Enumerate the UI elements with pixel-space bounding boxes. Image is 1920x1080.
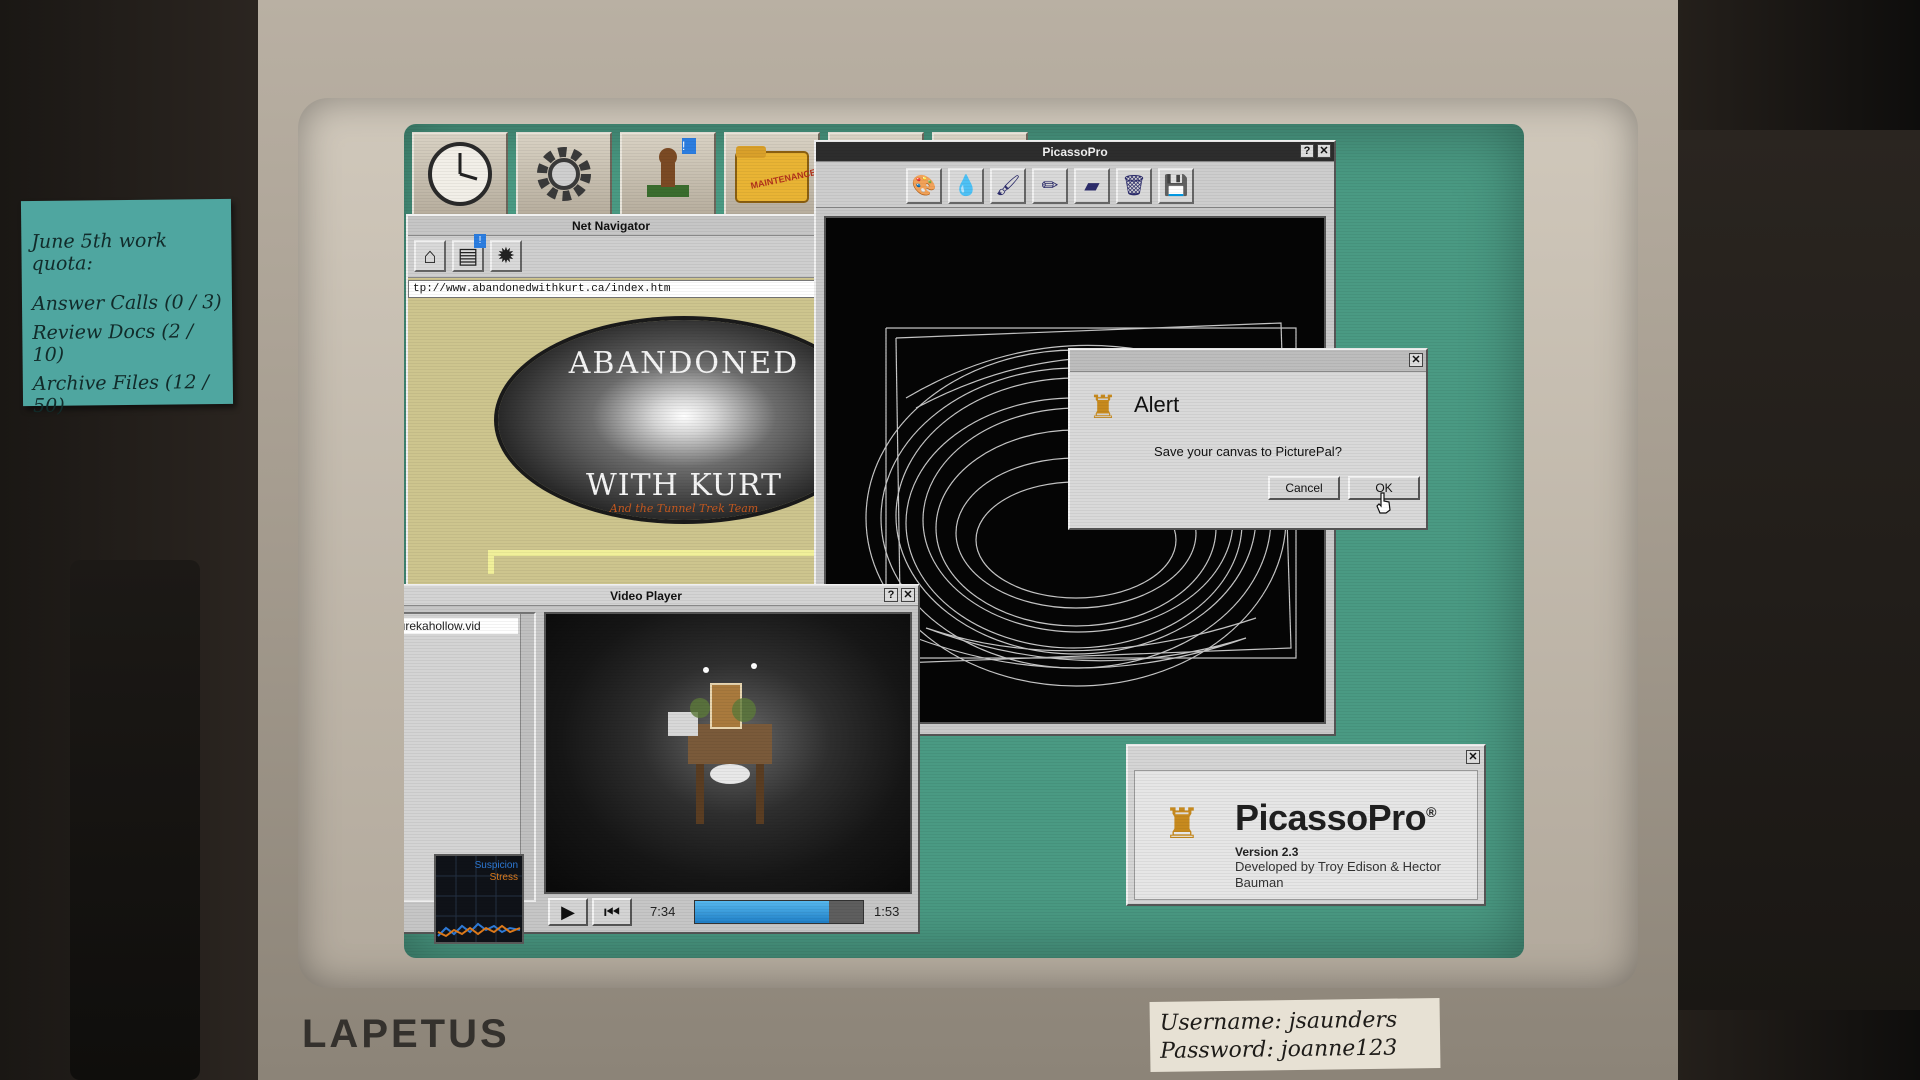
password-line: Password: joanne123: [1160, 1035, 1398, 1064]
username-line: Username: jsaunders: [1159, 1007, 1398, 1036]
eraser-icon[interactable]: ▰: [1074, 168, 1110, 204]
alert-close-button[interactable]: ✕: [1409, 353, 1423, 367]
video-progress-bar[interactable]: [694, 900, 864, 924]
play-button[interactable]: ▶: [548, 898, 588, 926]
progress-fill: [695, 901, 830, 923]
stress-label: Stress: [489, 872, 518, 883]
gear-icon[interactable]: [516, 132, 612, 216]
suspicion-stress-monitor: Suspicion Stress: [434, 854, 524, 944]
alert-body: ♜ Alert Save your canvas to PicturePal? …: [1070, 372, 1426, 528]
video-screen[interactable]: [544, 612, 912, 894]
settings-icon[interactable]: ✹: [490, 240, 522, 272]
hand-cursor-icon: [1376, 492, 1391, 514]
stamp-icon[interactable]: !: [620, 132, 716, 216]
about-app-title: PicassoPro: [1235, 797, 1427, 838]
palette-icon[interactable]: 🎨: [906, 168, 942, 204]
brush-icon[interactable]: 🖌: [990, 168, 1026, 204]
help-button[interactable]: ?: [1300, 144, 1314, 158]
about-close-button[interactable]: ✕: [1466, 750, 1480, 764]
notification-badge: !: [682, 138, 696, 154]
about-body: ♜ PicassoPro® Version 2.3 Developed by T…: [1134, 770, 1478, 900]
crt-screen: ! MAINTENANCE Net Navigator ⌂ ▤ ! ✹ tp:/…: [404, 124, 1524, 958]
pencil-icon[interactable]: ✏: [1032, 168, 1068, 204]
quota-item: Archive Files (12 / 50): [32, 371, 210, 417]
close-button[interactable]: ✕: [1317, 144, 1331, 158]
net-navigator-titlebar[interactable]: Net Navigator: [408, 216, 814, 236]
help-button[interactable]: ?: [884, 588, 898, 602]
quota-item: Review Docs (2 / 10): [32, 320, 194, 366]
alert-message: Save your canvas to PicturePal?: [1154, 444, 1342, 459]
cancel-button[interactable]: Cancel: [1268, 476, 1340, 500]
easel-icon: ♜: [1163, 800, 1201, 847]
video-controls: ▶ ⏮ 7:34 1:53: [544, 898, 914, 930]
picassopro-title: PicassoPro: [1042, 145, 1108, 159]
url-bar[interactable]: tp://www.abandonedwithkurt.ca/index.htm: [408, 280, 816, 298]
suspicion-label: Suspicion: [474, 860, 518, 871]
ink-drop-icon[interactable]: 💧: [948, 168, 984, 204]
maintenance-folder-icon[interactable]: MAINTENANCE: [724, 132, 820, 216]
quota-item: Answer Calls (0 / 3): [31, 291, 222, 315]
trademark: ®: [1426, 804, 1436, 820]
about-app-name: PicassoPro®: [1235, 797, 1436, 839]
rewind-button[interactable]: ⏮: [592, 898, 632, 926]
clock-icon[interactable]: [412, 132, 508, 216]
clipboard: [70, 560, 200, 1080]
about-version: Version 2.3: [1235, 845, 1299, 859]
shelf: [1670, 130, 1920, 1010]
time-remaining: 1:53: [874, 904, 900, 919]
about-window: ✕ ♜ PicassoPro® Version 2.3 Developed by…: [1126, 744, 1486, 906]
picassopro-titlebar[interactable]: PicassoPro ? ✕: [816, 142, 1334, 162]
quota-sticky-note: June 5th work quota: Answer Calls (0 / 3…: [20, 198, 234, 417]
navigator-toolbar: ⌂ ▤ ! ✹: [408, 234, 814, 278]
room-background: June 5th work quota: Answer Calls (0 / 3…: [0, 0, 1920, 1080]
video-player-titlebar[interactable]: Video Player ? ✕: [404, 586, 918, 606]
easel-icon: ♜: [1088, 389, 1118, 425]
notification-badge: !: [474, 234, 486, 248]
about-developers: Developed by Troy Edison & Hector Bauman: [1235, 859, 1441, 890]
save-icon[interactable]: 💾: [1158, 168, 1194, 204]
video-player-title: Video Player: [610, 589, 682, 603]
bookmarks-icon[interactable]: ▤ !: [452, 234, 486, 272]
quota-title: June 5th work quota:: [31, 229, 168, 275]
trash-icon[interactable]: 🗑: [1116, 168, 1152, 204]
alert-dialog: ✕ ♜ Alert Save your canvas to PicturePal…: [1068, 348, 1428, 530]
monitor-brand: LAPETUS: [302, 1012, 510, 1056]
time-elapsed: 7:34: [650, 904, 676, 919]
list-item[interactable]: eurekahollow.vid: [404, 618, 518, 634]
alert-titlebar[interactable]: ✕: [1070, 350, 1426, 372]
credentials-note: Username: jsaunders Password: joanne123: [1149, 997, 1441, 1073]
picasso-toolbar: 🎨 💧 🖌 ✏ ▰ 🗑 💾: [816, 162, 1334, 208]
close-button[interactable]: ✕: [901, 588, 915, 602]
home-icon[interactable]: ⌂: [414, 240, 446, 272]
alert-title: Alert: [1134, 392, 1180, 417]
